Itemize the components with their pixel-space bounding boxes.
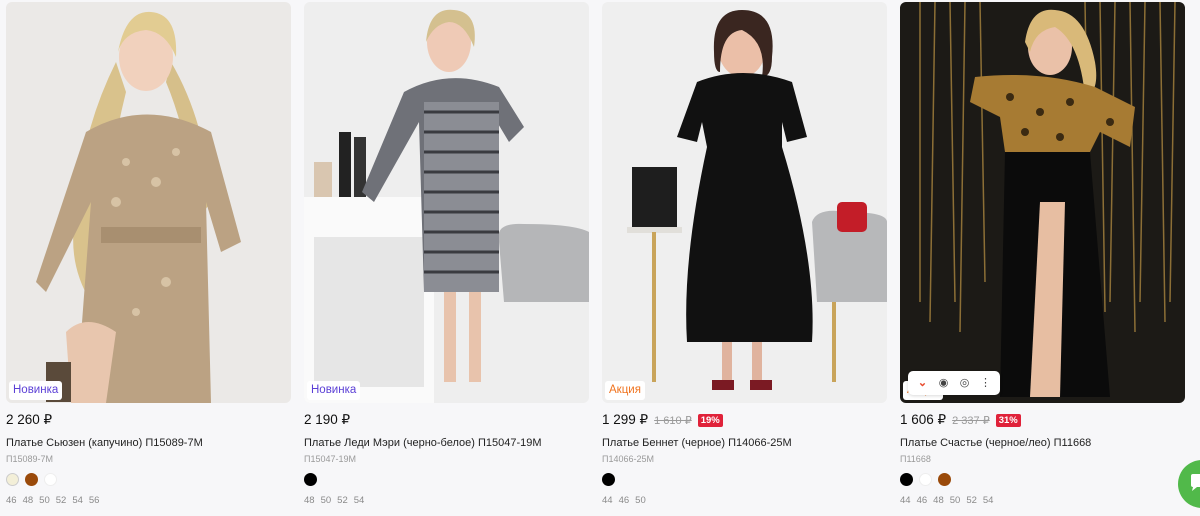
new-badge: Новинка (307, 381, 361, 400)
color-swatches (6, 473, 57, 486)
discount-badge: 19% (697, 413, 723, 427)
old-price: 1 610 ₽ (654, 414, 692, 427)
product-title[interactable]: Платье Беннет (черное) П14066-25М (602, 437, 792, 449)
price-row: 2 260 ₽ (6, 411, 52, 429)
size-option[interactable]: 46 (917, 495, 928, 506)
new-badge: Новинка (9, 381, 63, 400)
size-list: 46 48 50 52 54 56 (6, 495, 99, 506)
product-photo[interactable]: Новинка (304, 2, 589, 403)
size-option[interactable]: 50 (635, 495, 646, 506)
size-option[interactable]: 56 (89, 495, 100, 506)
chat-icon (1191, 474, 1200, 491)
price: 2 190 ₽ (304, 412, 351, 427)
size-option[interactable]: 50 (950, 495, 961, 506)
product-card[interactable]: Акция ⌄ ◉ ◎ ⋮ 1 606 ₽ 2 337 ₽ 31% Платье… (894, 0, 1191, 516)
quick-actions: ⌄ ◉ ◎ ⋮ (908, 371, 1000, 395)
product-title[interactable]: Платье Счастье (черное/лео) П11668 (900, 437, 1091, 449)
price-row: 1 299 ₽ 1 610 ₽ 19% (602, 411, 723, 429)
size-option[interactable]: 46 (6, 495, 17, 506)
size-option[interactable]: 52 (337, 495, 348, 506)
discount-badge: 31% (995, 413, 1021, 427)
product-sku: П14066-25М (602, 454, 655, 464)
product-photo[interactable]: Акция (602, 2, 887, 403)
size-option[interactable]: 48 (933, 495, 944, 506)
product-photo[interactable]: Акция ⌄ ◉ ◎ ⋮ (900, 2, 1185, 403)
color-swatch[interactable] (602, 473, 615, 486)
product-photo[interactable]: Новинка (6, 2, 291, 403)
price: 1 606 ₽ (900, 412, 947, 427)
size-list: 44 46 48 50 52 54 (900, 495, 993, 506)
size-option[interactable]: 50 (321, 495, 332, 506)
product-sku: П11668 (900, 454, 931, 464)
sale-badge: Акция (605, 381, 645, 400)
size-option[interactable]: 54 (72, 495, 83, 506)
eye-icon[interactable]: ◉ (936, 375, 952, 391)
color-swatches (602, 473, 615, 486)
product-grid: Новинка 2 260 ₽ Платье Сьюзен (капучино)… (0, 0, 1200, 516)
size-option[interactable]: 54 (354, 495, 365, 506)
price: 2 260 ₽ (6, 412, 53, 427)
product-title[interactable]: Платье Сьюзен (капучино) П15089-7М (6, 437, 203, 449)
color-swatch[interactable] (900, 473, 913, 486)
size-option[interactable]: 54 (983, 495, 994, 506)
more-vertical-icon[interactable]: ⋮ (978, 375, 994, 391)
size-option[interactable]: 52 (56, 495, 67, 506)
color-swatch[interactable] (919, 473, 932, 486)
product-card[interactable]: Акция 1 299 ₽ 1 610 ₽ 19% Платье Беннет … (596, 0, 893, 516)
product-sku: П15089-7М (6, 454, 53, 464)
chevron-down-icon[interactable]: ⌄ (915, 375, 931, 391)
price-row: 2 190 ₽ (304, 411, 350, 429)
size-option[interactable]: 48 (304, 495, 315, 506)
product-title[interactable]: Платье Леди Мэри (черно-белое) П15047-19… (304, 437, 542, 449)
size-option[interactable]: 50 (39, 495, 50, 506)
size-option[interactable]: 46 (619, 495, 630, 506)
price-row: 1 606 ₽ 2 337 ₽ 31% (900, 411, 1021, 429)
product-card[interactable]: Новинка 2 190 ₽ Платье Леди Мэри (черно-… (298, 0, 595, 516)
color-swatch[interactable] (6, 473, 19, 486)
price: 1 299 ₽ (602, 412, 649, 427)
color-swatches (304, 473, 317, 486)
old-price: 2 337 ₽ (952, 414, 990, 427)
color-swatch[interactable] (44, 473, 57, 486)
product-card[interactable]: Новинка 2 260 ₽ Платье Сьюзен (капучино)… (0, 0, 297, 516)
color-swatches (900, 473, 951, 486)
product-sku: П15047-19М (304, 454, 357, 464)
color-swatch[interactable] (938, 473, 951, 486)
color-swatch[interactable] (304, 473, 317, 486)
size-option[interactable]: 48 (23, 495, 34, 506)
size-list: 48 50 52 54 (304, 495, 364, 506)
size-option[interactable]: 52 (966, 495, 977, 506)
size-option[interactable]: 44 (900, 495, 911, 506)
color-swatch[interactable] (25, 473, 38, 486)
camera-icon[interactable]: ◎ (957, 375, 973, 391)
size-option[interactable]: 44 (602, 495, 613, 506)
size-list: 44 46 50 (602, 495, 646, 506)
